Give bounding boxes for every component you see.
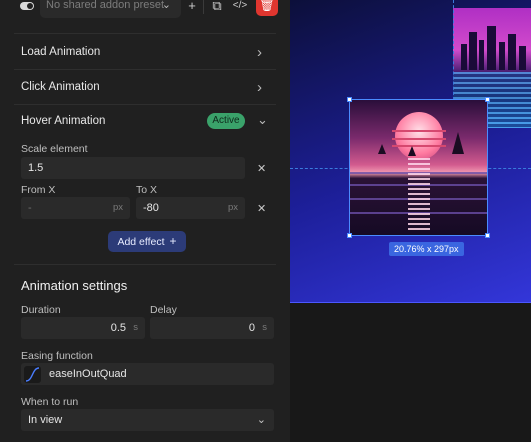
chevron-right-icon: › — [257, 44, 262, 61]
delay-label: Delay — [150, 304, 177, 316]
scale-value: 1.5 — [28, 162, 44, 174]
chevron-down-icon: ⌄ — [256, 414, 266, 426]
animation-settings-heading: Animation settings — [21, 278, 128, 293]
to-x-unit: px — [227, 202, 238, 213]
easing-select[interactable]: easeInOutQuad — [21, 363, 274, 385]
trash-icon[interactable]: 🗑 — [256, 0, 278, 16]
preset-select[interactable]: No shared addon preset ⌄ — [40, 0, 181, 18]
chevron-down-icon: ⌄ — [161, 0, 171, 11]
load-animation-title: Load Animation — [21, 46, 101, 58]
add-effect-label: Add effect — [117, 236, 165, 248]
add-effect-button[interactable]: Add effect + — [108, 231, 186, 252]
duration-label: Duration — [21, 304, 61, 316]
plus-icon: + — [169, 234, 177, 248]
chevron-down-icon: ⌄ — [257, 112, 268, 127]
active-badge: Active — [207, 113, 245, 129]
preset-placeholder: No shared addon preset — [46, 0, 165, 11]
when-to-run-label: When to run — [21, 396, 79, 408]
to-x-label: To X — [136, 184, 158, 196]
when-to-run-select[interactable]: In view ⌄ — [21, 409, 274, 431]
sunset-image — [350, 100, 487, 235]
resize-handle[interactable] — [347, 233, 352, 238]
divider — [14, 33, 276, 34]
delay-unit: s — [262, 322, 267, 333]
duration-unit: s — [133, 322, 138, 333]
chevron-right-icon: › — [257, 79, 262, 96]
duration-input[interactable]: 0.5 s — [21, 317, 145, 339]
clear-scale-icon[interactable]: ✕ — [257, 162, 266, 175]
dimension-badge: 20.76% x 297px — [389, 242, 464, 256]
code-icon[interactable]: </> — [231, 0, 249, 15]
from-x-input[interactable]: - px — [21, 197, 130, 219]
easing-value: easeInOutQuad — [49, 368, 127, 380]
copy-icon[interactable]: ⧉ — [208, 0, 226, 15]
clear-x-icon[interactable]: ✕ — [257, 202, 266, 215]
easing-curve-icon — [24, 366, 41, 383]
selected-image[interactable] — [347, 97, 490, 238]
scale-input[interactable]: 1.5 — [21, 157, 245, 179]
duration-value: 0.5 — [110, 322, 126, 334]
preset-toolbar: No shared addon preset ⌄ + ⧉ </> 🗑 — [0, 0, 290, 18]
from-x-unit: px — [112, 202, 123, 213]
to-x-value: -80 — [143, 202, 159, 214]
artboard[interactable]: 20.76% x 297px — [290, 0, 531, 303]
animation-panel: No shared addon preset ⌄ + ⧉ </> 🗑 Load … — [0, 0, 290, 442]
delay-value: 0 — [248, 322, 255, 334]
design-canvas[interactable]: 20.76% x 297px — [290, 0, 531, 442]
divider — [14, 104, 276, 105]
divider — [14, 264, 276, 265]
resize-handle[interactable] — [485, 97, 490, 102]
divider — [14, 69, 276, 70]
scale-label: Scale element — [21, 143, 88, 155]
alignment-guide-vertical — [453, 0, 454, 100]
toolbar-divider — [203, 0, 204, 14]
plus-icon[interactable]: + — [183, 0, 201, 15]
toggle-icon[interactable] — [20, 2, 34, 10]
resize-handle[interactable] — [485, 233, 490, 238]
delay-input[interactable]: 0 s — [150, 317, 274, 339]
hover-animation-title: Hover Animation — [21, 115, 106, 127]
from-x-value: - — [28, 202, 32, 214]
when-to-run-value: In view — [28, 414, 63, 426]
resize-handle[interactable] — [347, 97, 352, 102]
easing-label: Easing function — [21, 350, 93, 362]
to-x-input[interactable]: -80 px — [136, 197, 245, 219]
click-animation-title: Click Animation — [21, 81, 100, 93]
from-x-label: From X — [21, 184, 56, 196]
